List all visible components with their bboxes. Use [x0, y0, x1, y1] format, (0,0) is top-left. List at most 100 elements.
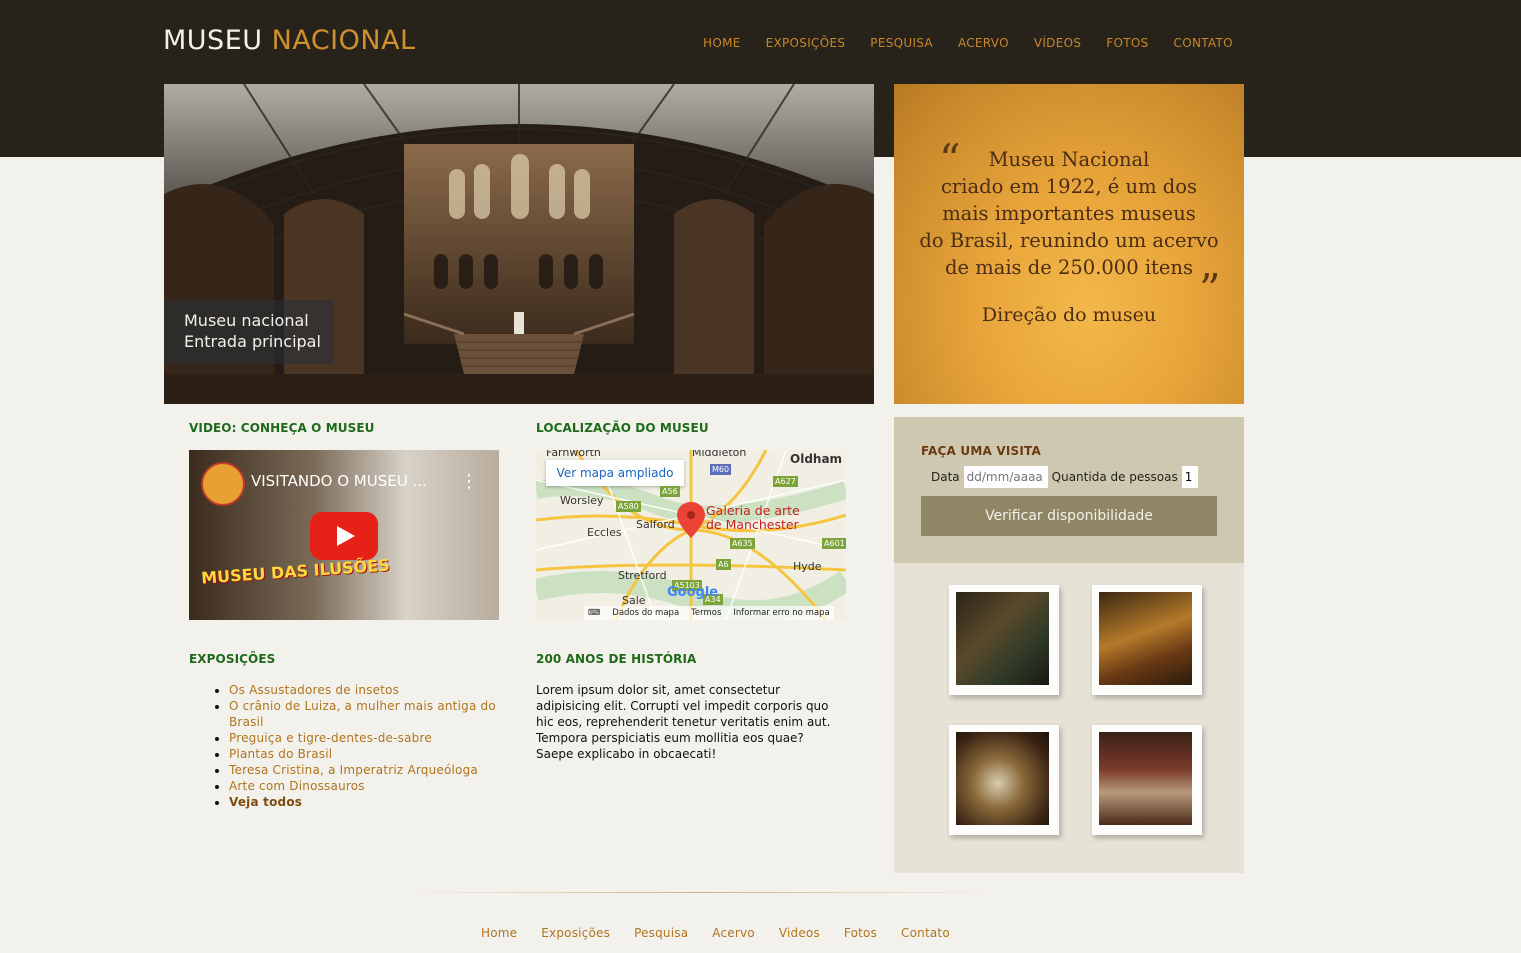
- kebab-icon[interactable]: ⋮: [460, 473, 478, 491]
- exposicao-link[interactable]: Teresa Cristina, a Imperatriz Arqueóloga: [229, 763, 478, 777]
- exposicao-link[interactable]: Plantas do Brasil: [229, 747, 332, 761]
- footer-link-contato[interactable]: Contato: [901, 926, 950, 940]
- quote-line: mais importantes museus: [942, 202, 1196, 225]
- list-item[interactable]: Veja todos: [229, 794, 509, 810]
- gallery-photo-image: [956, 732, 1049, 825]
- youtube-play-icon[interactable]: [310, 512, 378, 560]
- nav-home[interactable]: HOME: [703, 35, 741, 51]
- list-item[interactable]: Preguiça e tigre-dentes-de-sabre: [229, 730, 509, 746]
- quote-line: do Brasil, reunindo um acervo: [919, 229, 1219, 252]
- map-road-badge: A56: [660, 486, 680, 497]
- map-place-label: Salford: [636, 518, 675, 531]
- map-pin-label-line2: de Manchester: [706, 517, 799, 532]
- main-nav: HOME EXPOSIÇÕES PESQUISA ACERVO VÍDEOS F…: [703, 35, 1258, 51]
- map-report-link[interactable]: Informar erro no mapa: [733, 608, 829, 618]
- map-pin-label[interactable]: Galeria de arte de Manchester: [706, 504, 800, 532]
- map-place-label: Stretford: [618, 569, 667, 582]
- map-pin-label-line1: Galeria de arte: [706, 503, 800, 518]
- exposicoes-title: EXPOSIÇÕES: [189, 652, 276, 666]
- nav-fotos[interactable]: FOTOS: [1106, 35, 1148, 51]
- map-terms-link[interactable]: Termos: [691, 608, 721, 618]
- map-place-label: Hyde: [793, 560, 822, 573]
- nav-contato[interactable]: CONTATO: [1174, 35, 1233, 51]
- date-input[interactable]: [963, 466, 1048, 488]
- exposicao-link[interactable]: Os Assustadores de insetos: [229, 683, 399, 697]
- channel-avatar: [201, 462, 245, 506]
- footer-link-exposicoes[interactable]: Exposições: [541, 926, 610, 940]
- map-road-badge: A580: [616, 501, 641, 512]
- hero-caption: Museu nacional Entrada principal: [164, 300, 334, 364]
- gallery-photo[interactable]: [1092, 585, 1202, 695]
- quote-text: Museu Nacional criado em 1922, é um dos …: [894, 146, 1244, 281]
- exposicao-link[interactable]: Arte com Dinossauros: [229, 779, 365, 793]
- hero-caption-line1: Museu nacional: [184, 311, 309, 330]
- map-place-label: Middleton: [692, 450, 747, 459]
- exposicao-link[interactable]: O crânio de Luiza, a mulher mais antiga …: [229, 699, 496, 729]
- quote-signature: Direção do museu: [981, 304, 1157, 326]
- nav-pesquisa[interactable]: PESQUISA: [870, 35, 933, 51]
- footer-link-pesquisa[interactable]: Pesquisa: [634, 926, 688, 940]
- video-title[interactable]: VISITANDO O MUSEU ...: [251, 472, 427, 490]
- photo-gallery: [894, 563, 1244, 873]
- visit-panel: FAÇA UMA VISITA Data Quantida de pessoas…: [894, 417, 1244, 563]
- footer-link-home[interactable]: Home: [481, 926, 517, 940]
- list-item[interactable]: Plantas do Brasil: [229, 746, 509, 762]
- list-item[interactable]: Arte com Dinossauros: [229, 778, 509, 794]
- check-availability-button[interactable]: Verificar disponibilidade: [921, 496, 1217, 536]
- gallery-photo[interactable]: [949, 725, 1059, 835]
- date-label: Data: [931, 470, 960, 484]
- quote-panel: “ Museu Nacional criado em 1922, é um do…: [894, 84, 1244, 404]
- visit-title: FAÇA UMA VISITA: [921, 444, 1041, 458]
- map-data-link[interactable]: Dados do mapa: [612, 608, 679, 618]
- visit-form: Data Quantida de pessoas: [931, 466, 1198, 488]
- exposicoes-list: Os Assustadores de insetos O crânio de L…: [213, 682, 509, 810]
- history-text: Lorem ipsum dolor sit, amet consectetur …: [536, 683, 831, 761]
- nav-exposicoes[interactable]: EXPOSIÇÕES: [766, 35, 846, 51]
- footer-link-fotos[interactable]: Fotos: [844, 926, 877, 940]
- gallery-photo[interactable]: [949, 585, 1059, 695]
- footer-divider: [400, 892, 1000, 893]
- map-place-label: Worsley: [560, 494, 604, 507]
- people-label: Quantida de pessoas: [1051, 470, 1178, 484]
- map-road-badge: M60: [710, 464, 732, 475]
- hero-caption-line2: Entrada principal: [184, 332, 321, 351]
- gallery-photo-image: [1099, 592, 1192, 685]
- map-road-badge: A601: [822, 538, 846, 549]
- list-item[interactable]: Teresa Cristina, a Imperatriz Arqueóloga: [229, 762, 509, 778]
- map-place-label: Farnworth: [546, 450, 601, 459]
- nav-videos[interactable]: VÍDEOS: [1034, 35, 1081, 51]
- people-input[interactable]: [1181, 466, 1198, 488]
- quote-line: Museu Nacional: [988, 148, 1150, 171]
- video-thumbnail-text: MUSEU DAS ILUSÕES: [200, 555, 391, 588]
- map-road-badge: A6: [716, 559, 731, 570]
- gallery-photo-image: [1099, 732, 1192, 825]
- list-item[interactable]: Os Assustadores de insetos: [229, 682, 509, 698]
- hero-image: Museu nacional Entrada principal: [164, 84, 874, 404]
- youtube-embed[interactable]: VISITANDO O MUSEU ... ⋮ MUSEU DAS ILUSÕE…: [189, 450, 499, 620]
- video-section-title: VIDEO: CONHEÇA O MUSEU: [189, 421, 375, 435]
- view-larger-map-link[interactable]: Ver mapa ampliado: [546, 460, 684, 486]
- map-road-badge: A627: [773, 476, 798, 487]
- footer-nav: Home Exposições Pesquisa Acervo Videos F…: [481, 926, 974, 940]
- map-place-label: Eccles: [587, 526, 622, 539]
- map-section-title: LOCALIZAÇÃO DO MUSEU: [536, 421, 709, 435]
- footer-link-videos[interactable]: Videos: [779, 926, 820, 940]
- quote-line: de mais de 250.000 itens: [944, 256, 1193, 279]
- logo-word-museu: MUSEU: [163, 25, 263, 56]
- google-map[interactable]: Ver mapa ampliado Farnworth Middleton Ol…: [536, 450, 846, 620]
- see-all-link[interactable]: Veja todos: [229, 795, 302, 809]
- site-logo[interactable]: MUSEU NACIONAL: [163, 25, 416, 57]
- keyboard-icon[interactable]: ⌨: [588, 608, 600, 618]
- gallery-photo[interactable]: [1092, 725, 1202, 835]
- gallery-photo-image: [956, 592, 1049, 685]
- history-title: 200 ANOS DE HISTÓRIA: [536, 652, 697, 666]
- map-footer: ⌨ Dados do mapa Termos Informar erro no …: [584, 606, 834, 620]
- list-item[interactable]: O crânio de Luiza, a mulher mais antiga …: [229, 698, 509, 730]
- quote-line: criado em 1922, é um dos: [941, 175, 1197, 198]
- google-logo: Google: [667, 585, 719, 600]
- exposicao-link[interactable]: Preguiça e tigre-dentes-de-sabre: [229, 731, 432, 745]
- footer-link-acervo[interactable]: Acervo: [712, 926, 755, 940]
- nav-acervo[interactable]: ACERVO: [958, 35, 1009, 51]
- map-road-badge: A635: [730, 538, 755, 549]
- logo-word-nacional: NACIONAL: [271, 25, 416, 56]
